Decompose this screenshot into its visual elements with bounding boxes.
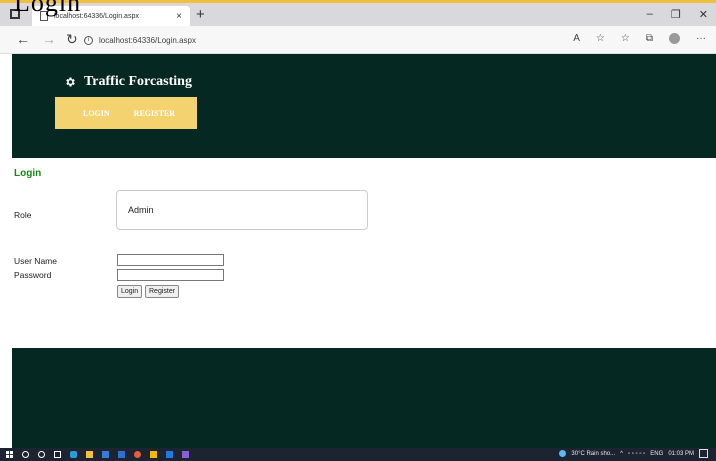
site-header: Traffic Forcasting LOGIN REGISTER — [12, 54, 716, 158]
role-label: Role — [14, 210, 32, 220]
content-title: Login — [14, 168, 42, 179]
forward-icon[interactable]: → — [42, 31, 56, 47]
browser-tab-strip: localhost:64336/Login.aspx × + – ❐ ✕ — [0, 0, 716, 26]
address-bar-row: ← → ↻ i localhost:64336/Login.aspx A ☆ ☆… — [0, 26, 716, 54]
chrome-icon[interactable] — [134, 451, 141, 458]
brand-title: Traffic Forcasting — [84, 74, 192, 89]
nav-register-link[interactable]: REGISTER — [134, 109, 175, 118]
close-window-icon[interactable]: ✕ — [699, 8, 708, 21]
new-tab-button[interactable]: + — [196, 6, 205, 23]
weather-text[interactable]: 30°C Rain sho... — [571, 451, 615, 457]
register-button[interactable]: Register — [145, 285, 180, 298]
clock[interactable]: 01:03 PM — [668, 451, 694, 457]
collections-icon[interactable]: ⧉ — [646, 33, 653, 44]
url-text: localhost:64336/Login.aspx — [99, 35, 196, 45]
language-indicator[interactable]: ENG — [650, 451, 663, 457]
windows-taskbar: 30°C Rain sho... ^ ▫ ▫ ▫ ▫ ▫ ENG 01:03 P… — [0, 448, 716, 461]
system-tray: 30°C Rain sho... ^ ▫ ▫ ▫ ▫ ▫ ENG 01:03 P… — [559, 449, 708, 458]
site-footer — [12, 348, 716, 448]
app-icon[interactable] — [150, 451, 157, 458]
restore-icon[interactable]: ❐ — [671, 8, 681, 21]
task-view-icon[interactable] — [54, 451, 61, 458]
info-icon[interactable]: i — [84, 35, 93, 45]
edge-icon[interactable] — [70, 451, 77, 458]
tab-close-icon[interactable]: × — [176, 11, 182, 22]
nav-menu: LOGIN REGISTER — [55, 97, 197, 129]
window-controls: – ❐ ✕ — [647, 8, 708, 21]
store-icon[interactable] — [118, 451, 125, 458]
cortana-icon[interactable] — [38, 451, 45, 458]
username-label: User Name — [14, 256, 57, 266]
read-aloud-icon[interactable]: A — [573, 33, 580, 44]
search-icon[interactable] — [22, 451, 29, 458]
login-button[interactable]: Login — [117, 285, 143, 298]
username-input[interactable] — [117, 254, 224, 266]
password-label: Password — [14, 270, 52, 280]
password-input[interactable] — [117, 269, 224, 281]
profile-avatar[interactable] — [669, 33, 680, 44]
favorite-icon[interactable]: ☆ — [596, 33, 605, 44]
file-explorer-icon[interactable] — [86, 451, 93, 458]
page-margin — [0, 54, 12, 158]
notification-icon[interactable] — [699, 449, 708, 458]
page-title-fragment: Login — [14, 0, 82, 17]
gear-icon — [66, 77, 75, 87]
mail-icon[interactable] — [102, 451, 109, 458]
refresh-icon[interactable]: ↻ — [66, 31, 78, 48]
url-field[interactable]: i localhost:64336/Login.aspx — [84, 32, 644, 48]
role-select[interactable]: Admin — [116, 190, 368, 230]
back-icon[interactable]: ← — [16, 31, 30, 47]
nav-login-link[interactable]: LOGIN — [83, 109, 110, 118]
visual-studio-icon[interactable] — [182, 451, 189, 458]
word-icon[interactable] — [166, 451, 173, 458]
browser-toolbar: A ☆ ☆ ⧉ ··· — [573, 33, 706, 44]
role-value: Admin — [128, 205, 154, 215]
favorites-icon[interactable]: ☆ — [621, 33, 630, 44]
weather-icon[interactable] — [559, 450, 567, 457]
brand: Traffic Forcasting — [64, 74, 192, 90]
chevron-up-icon[interactable]: ^ — [620, 451, 623, 457]
minimize-icon[interactable]: – — [647, 8, 653, 21]
more-icon[interactable]: ··· — [696, 33, 706, 44]
tray-icons[interactable]: ▫ ▫ ▫ ▫ ▫ — [628, 451, 645, 457]
windows-start-icon[interactable] — [6, 451, 13, 458]
